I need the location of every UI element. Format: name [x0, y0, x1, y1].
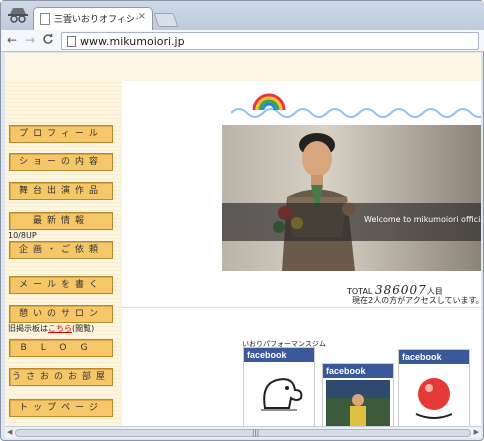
menu-news-button[interactable]: 最新情報: [9, 212, 113, 230]
content-divider: [122, 307, 481, 308]
close-tab-icon[interactable]: ×: [138, 11, 146, 22]
facebook-header: facebook: [323, 364, 393, 378]
menu-profile-button[interactable]: プロフィール: [9, 125, 113, 143]
facebook-header: facebook: [399, 350, 469, 364]
visitors-now-text: 現在2人の方がアクセスしています。: [352, 296, 481, 305]
rainbow-icon: [252, 93, 286, 111]
main-area: Welcome to mikumoiori official websi TOT…: [122, 81, 481, 426]
facebook-card-show[interactable]: facebook: [322, 363, 394, 426]
menu-top-page-button[interactable]: トップページ: [9, 399, 113, 417]
tab-title: 三雲いおりオフィシャルサ: [54, 15, 138, 25]
menu-mail-button[interactable]: メールを書く: [9, 276, 113, 294]
page-icon: [67, 36, 76, 47]
menu-request-button[interactable]: 企画・ご依頼: [9, 241, 113, 259]
top-band: [5, 53, 481, 81]
menu-show-button[interactable]: ショーの内容: [9, 153, 113, 171]
dog-logo-image: [261, 378, 303, 411]
facebook-header: facebook: [244, 348, 314, 362]
bbs-link[interactable]: こちら: [48, 324, 72, 333]
url-text: www.mikumoiori.jp: [80, 35, 185, 48]
performer-image: [273, 133, 356, 271]
page-content: プロフィール ショーの内容 舞台出演作品 最新情報 10/8UP 企画・ご依頼 …: [5, 53, 481, 426]
scrollbar-thumb[interactable]: |||: [15, 429, 471, 437]
bbs-note-suffix: (閲覧): [72, 324, 95, 333]
back-button[interactable]: ←: [5, 33, 19, 47]
facebook-card-gym[interactable]: facebook: [243, 347, 315, 426]
update-note: 10/8UP: [8, 231, 37, 240]
incognito-icon: [8, 8, 28, 23]
menu-salon-button[interactable]: 憩いのサロン: [9, 305, 113, 323]
hero-photo: Welcome to mikumoiori official websi: [222, 125, 481, 271]
forward-button[interactable]: →: [23, 33, 37, 47]
address-bar[interactable]: www.mikumoiori.jp: [61, 32, 479, 50]
scroll-right-icon[interactable]: ▶: [474, 428, 479, 436]
bbs-note-prefix: 旧掲示板は: [8, 324, 48, 333]
red-ball-logo-image: [415, 378, 453, 419]
page-icon: [40, 13, 50, 25]
browser-window: 三雲いおりオフィシャルサ × ← → www.mikumoiori.jp プロフ…: [0, 0, 484, 441]
welcome-text: Welcome to mikumoiori official websi: [364, 215, 481, 224]
reload-button[interactable]: [41, 33, 55, 48]
horizontal-scrollbar[interactable]: ◀ ||| ▶: [5, 426, 481, 438]
menu-stage-works-button[interactable]: 舞台出演作品: [9, 182, 113, 200]
sidebar: プロフィール ショーの内容 舞台出演作品 最新情報 10/8UP 企画・ご依頼 …: [5, 81, 122, 426]
new-tab-button[interactable]: [153, 13, 179, 27]
scroll-left-icon[interactable]: ◀: [7, 428, 12, 436]
menu-usao-room-button[interactable]: うさおのお部屋: [9, 368, 113, 386]
reload-icon: [43, 33, 53, 44]
tab-bar: 三雲いおりオフィシャルサ ×: [1, 1, 484, 30]
welcome-banner: Welcome to mikumoiori official websi: [222, 203, 481, 241]
grip-icon: |||: [252, 429, 260, 437]
browser-tab[interactable]: 三雲いおりオフィシャルサ ×: [33, 7, 153, 30]
bbs-note: 旧掲示板はこちら(閲覧): [8, 323, 94, 334]
facebook-card-ball[interactable]: facebook: [398, 349, 470, 426]
stage-photo-image: [326, 380, 390, 426]
toolbar: ← → www.mikumoiori.jp: [1, 30, 484, 52]
menu-blog-button[interactable]: BLOG: [9, 339, 113, 357]
